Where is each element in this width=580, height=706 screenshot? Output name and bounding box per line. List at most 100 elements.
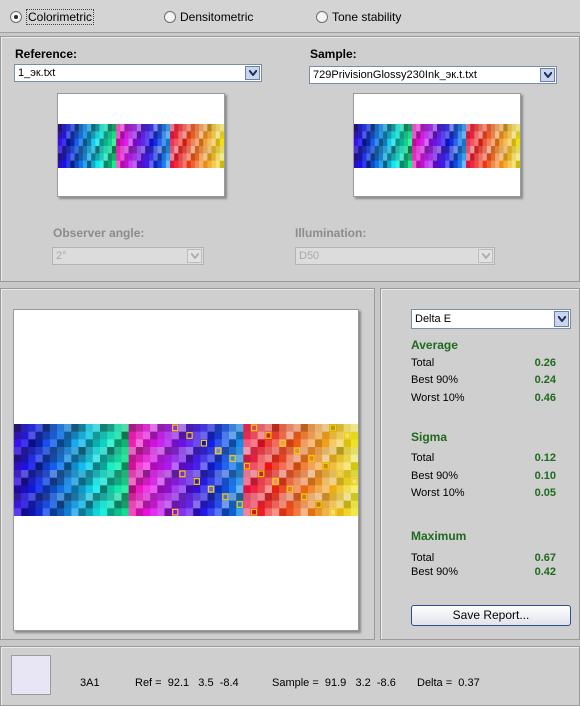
color-patch (174, 124, 179, 132)
color-patch (214, 508, 223, 516)
color-patch (58, 146, 63, 154)
color-patch (403, 124, 409, 132)
color-patch (307, 439, 316, 448)
color-patch (420, 146, 425, 154)
color-patch (424, 124, 429, 132)
color-patch (92, 447, 101, 455)
chevron-down-icon[interactable] (540, 68, 555, 82)
color-patch (200, 500, 208, 509)
color-patch (58, 138, 63, 147)
color-patch (170, 153, 175, 161)
color-patch (111, 153, 117, 161)
color-patch (457, 146, 463, 154)
color-patch (358, 160, 363, 168)
color-patch (85, 439, 94, 448)
color-patch (478, 131, 483, 139)
color-patch (128, 508, 137, 516)
color-patch (486, 138, 492, 147)
color-patch (107, 138, 113, 147)
chevron-down-icon (187, 249, 202, 263)
color-patch (399, 124, 405, 132)
color-patch (272, 447, 280, 455)
color-patch (432, 160, 438, 168)
patch-chart[interactable] (13, 309, 359, 631)
color-patch (199, 124, 204, 132)
color-patch (453, 146, 459, 154)
color-patch (174, 153, 179, 161)
color-patch (21, 439, 29, 448)
color-patch (74, 146, 80, 154)
color-patch (128, 138, 133, 147)
color-patch (486, 124, 492, 132)
color-patch (150, 493, 158, 501)
color-patch (157, 124, 163, 132)
sample-select[interactable]: 729PrivisionGlossy230Ink_эк.t.txt (309, 66, 557, 84)
color-patch (78, 124, 84, 132)
color-patch (135, 424, 144, 432)
color-patch (207, 131, 212, 139)
color-patch (71, 447, 79, 455)
color-patch (178, 431, 187, 440)
color-patch (336, 447, 344, 455)
color-patch (171, 431, 180, 440)
chevron-down-icon[interactable] (245, 66, 260, 80)
color-patch (114, 500, 122, 509)
illumination-select[interactable]: D50 (295, 247, 495, 265)
color-patch (57, 470, 65, 478)
color-patch (250, 500, 258, 509)
color-patch (366, 138, 371, 147)
color-patch (28, 477, 36, 486)
metric-select[interactable]: Delta E (411, 309, 571, 329)
color-patch (507, 153, 512, 161)
reference-select[interactable]: 1_эк.txt (14, 64, 262, 82)
color-patch (78, 500, 86, 509)
color-patch (91, 160, 96, 168)
color-patch (58, 153, 63, 161)
color-patch (329, 462, 337, 471)
color-patch (416, 160, 421, 168)
color-patch (92, 424, 101, 432)
color-patch (257, 462, 266, 471)
color-patch (457, 131, 463, 139)
color-patch (153, 146, 158, 154)
radio-colorimetric[interactable]: Colorimetric (10, 9, 95, 25)
color-patch (391, 153, 396, 161)
color-patch (64, 500, 72, 509)
save-report-button[interactable]: Save Report... (411, 605, 571, 626)
color-patch (14, 462, 22, 471)
reference-thumbnail (57, 93, 225, 197)
color-patch (482, 138, 488, 147)
color-patch (182, 160, 187, 168)
color-patch (143, 454, 151, 463)
color-patch (107, 508, 115, 516)
radio-tone-stability[interactable]: Tone stability (316, 9, 401, 25)
color-patch (178, 508, 187, 516)
color-patch (121, 462, 129, 471)
color-patch (42, 485, 51, 494)
color-patch (95, 146, 100, 154)
color-patch (214, 462, 223, 471)
color-patch (336, 485, 344, 494)
color-patch (370, 146, 376, 154)
color-patch (416, 153, 421, 161)
color-patch (336, 500, 344, 509)
color-patch (250, 439, 258, 448)
radio-densitometric[interactable]: Densitometric (164, 9, 253, 25)
chevron-down-icon[interactable] (554, 311, 569, 327)
color-patch (403, 131, 409, 139)
color-patch (211, 160, 216, 168)
color-patch (300, 485, 309, 494)
color-patch (170, 124, 175, 132)
color-patch (207, 470, 215, 478)
color-patch (62, 138, 67, 147)
color-patch (457, 138, 463, 147)
observer-angle-select[interactable]: 2° (52, 247, 204, 265)
color-patch (107, 485, 115, 494)
color-patch (441, 131, 446, 139)
sample-values: Sample = 91.9 3.2 -8.6 (272, 677, 396, 689)
color-patch (445, 124, 450, 132)
color-patch (190, 138, 196, 147)
color-patch (499, 153, 504, 161)
color-patch (343, 454, 352, 463)
patch-strip-image[interactable] (14, 424, 358, 516)
